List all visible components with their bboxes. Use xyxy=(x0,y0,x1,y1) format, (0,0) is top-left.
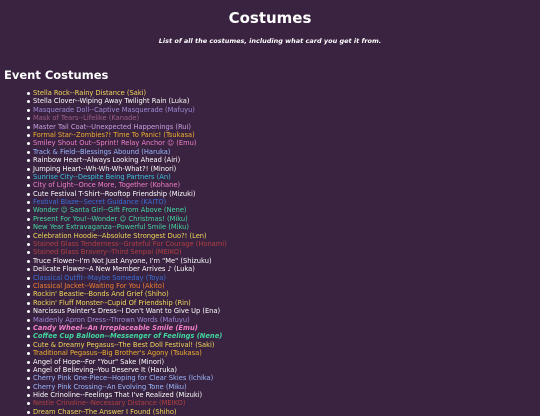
costume-list-item: Nestle Crinoline--Necessary Distance (ME… xyxy=(27,399,540,407)
costume-list-item: Stella Rock--Rainy Distance (Saki) xyxy=(27,89,540,97)
costume-list-item: Dream Chaser--The Answer I Found (Shiho) xyxy=(27,408,540,416)
costume-list-item: Mask of Tears--Lifelike (Kanade) xyxy=(27,114,540,122)
costume-list-item: Wonder ☺ Santa Girl--Gift From Above (Ne… xyxy=(27,206,540,214)
costume-list-item: Festival Blaze--Secret Guidance (KAITO) xyxy=(27,198,540,206)
costume-list-item: Smiley Shout Out--Sprint! Relay Anchor ☺… xyxy=(27,139,540,147)
costume-list-item: Maidenly Apron Dress--Thrown Words (Mafu… xyxy=(27,316,540,324)
costume-list-item: Master Tail Coat--Unexpected Happenings … xyxy=(27,123,540,131)
costume-list: Stella Rock--Rainy Distance (Saki) Stella… xyxy=(0,89,540,416)
costume-list-item: Present For You!--Wonder ☺ Christmas! (M… xyxy=(27,215,540,223)
costume-list-item: Truce Flower--I'm Not Just Anyone, I'm "… xyxy=(27,257,540,265)
costume-list-item: Cherry Pink One-Piece--Hoping for Clear … xyxy=(27,374,540,382)
costume-list-item: Hide Crinoline--Feelings That I've Reali… xyxy=(27,391,540,399)
costume-list-item: Cherry Pink Crossing--An Evolving Tone (… xyxy=(27,383,540,391)
costume-list-item: Delicate Flower--A New Member Arrives ♪ … xyxy=(27,265,540,273)
costume-list-item: Cute & Dreamy Pegasus--The Best Doll Fes… xyxy=(27,341,540,349)
costume-list-item: Classical Outfit--Maybe Someday (Toya) xyxy=(27,274,540,282)
costume-list-item: Narcissus Painter's Dress--I Don't Want … xyxy=(27,307,540,315)
costume-list-item: Masquerade Doll--Captive Masquerade (Maf… xyxy=(27,106,540,114)
costume-list-item: Candy Wheel--An Irreplaceable Smile (Emu… xyxy=(27,324,540,332)
costume-list-item: Rockin' Beastie--Bonds And Grief (Shiho) xyxy=(27,290,540,298)
costume-list-item: Traditional Pegasus--Big Brother's Agony… xyxy=(27,349,540,357)
costume-list-item: Stained Glass Tenderness--Grateful For C… xyxy=(27,240,540,248)
costume-list-item: New Year Extravaganza--Powerful Smile (M… xyxy=(27,223,540,231)
costume-list-item: Rockin' Fluff Monster--Cupid Of Friendsh… xyxy=(27,299,540,307)
costume-list-item: Cute Festival T-Shirt--Rooftop Friendshi… xyxy=(27,190,540,198)
costume-list-item: Stella Clover--Wiping Away Twilight Rain… xyxy=(27,97,540,105)
costume-list-item: Coffee Cup Balloon--Messenger of Feeling… xyxy=(27,332,540,340)
costume-list-item: Celebration Hoodie--Absolute Strongest D… xyxy=(27,232,540,240)
page-title: Costumes xyxy=(228,9,312,27)
costume-list-item: Angel of Hope--For "Your" Sake (Minori) xyxy=(27,358,540,366)
costume-list-item: Rainbow Heart--Always Looking Ahead (Air… xyxy=(27,156,540,164)
costume-list-item: City of Light--Once More, Together (Koha… xyxy=(27,181,540,189)
costume-list-item: Track & Field--Blessings Abound (Haruka) xyxy=(27,148,540,156)
costume-list-item: Angel of Believing--You Deserve It (Haru… xyxy=(27,366,540,374)
section-heading: Event Costumes xyxy=(4,68,109,82)
costume-list-item: Sunrise City--Despite Being Partners (An… xyxy=(27,173,540,181)
costume-list-item: Formal Star--Zombies?! Time To Panic! (T… xyxy=(27,131,540,139)
costume-list-item: Classical Jacket--Waiting For You (Akito… xyxy=(27,282,540,290)
costume-list-item: Jumping Heart--Wh-Wh-Wh-What?! (Minori) xyxy=(27,165,540,173)
page-subtitle: List of all the costumes, including what… xyxy=(158,37,382,45)
costume-list-item: Stained Glass Bravery--Third Senpai (MEI… xyxy=(27,248,540,256)
